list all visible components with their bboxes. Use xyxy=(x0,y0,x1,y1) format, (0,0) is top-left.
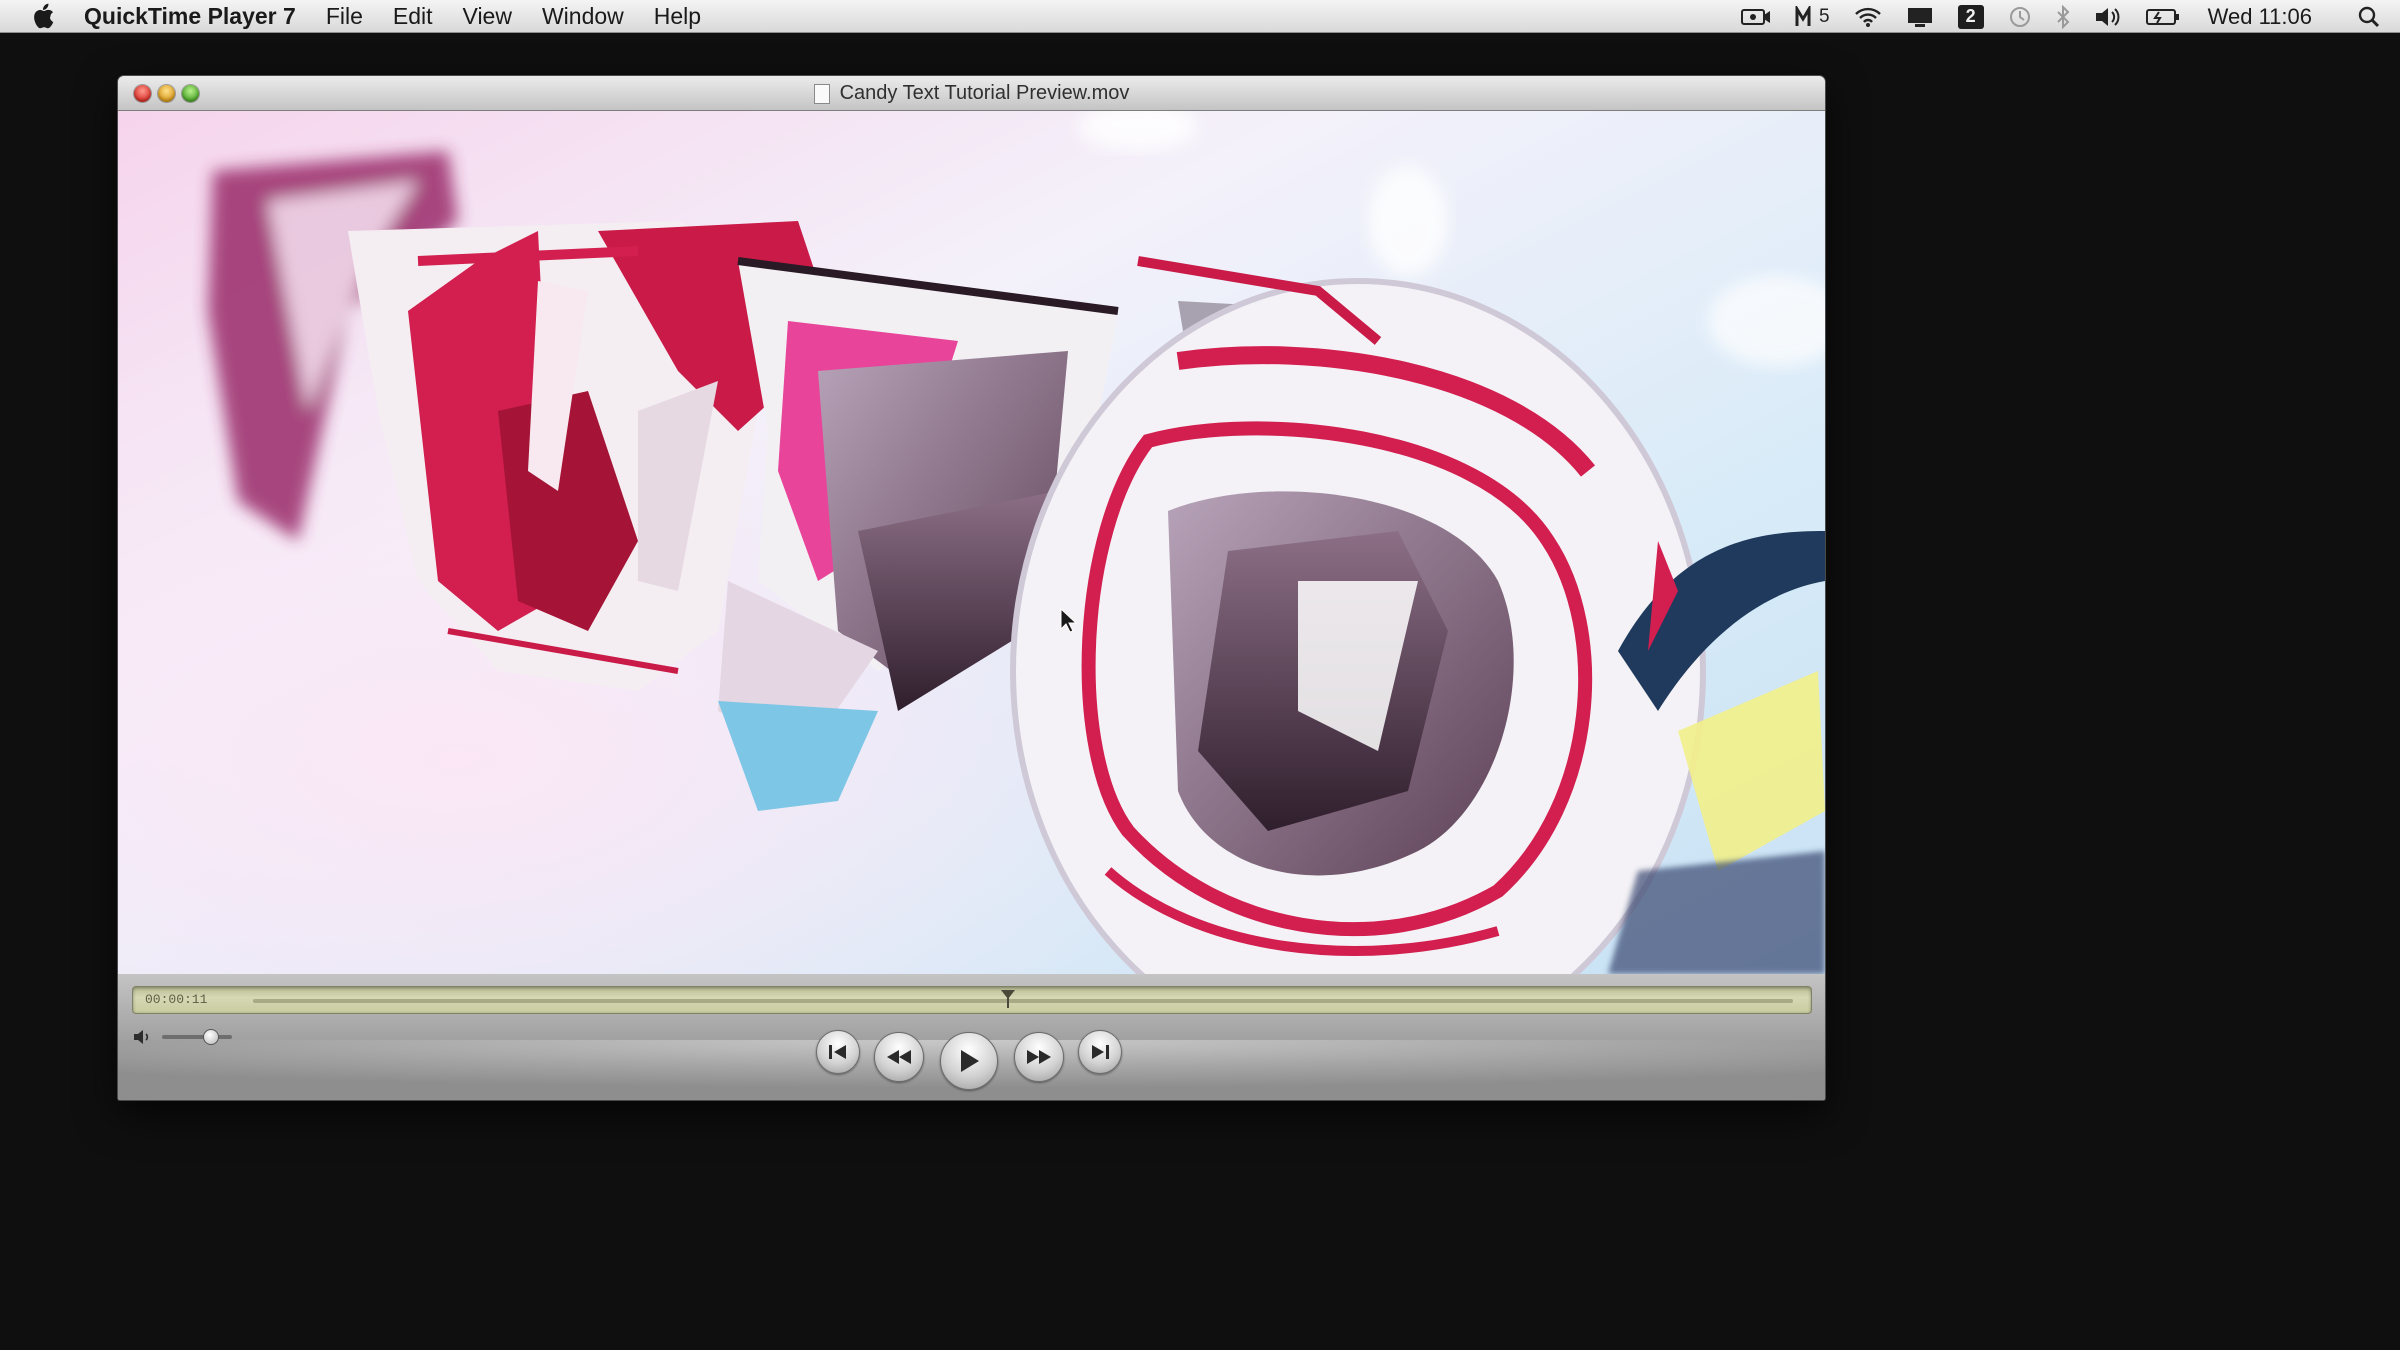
timeline-track[interactable] xyxy=(253,990,1793,1008)
current-timecode: 00:00:11 xyxy=(145,992,208,1007)
go-to-start-button[interactable] xyxy=(816,1030,860,1074)
apple-menu-icon[interactable] xyxy=(30,3,56,29)
wifi-icon[interactable] xyxy=(1854,0,1882,33)
spotlight-search-icon[interactable] xyxy=(2358,0,2380,33)
memory-monitor-icon[interactable]: 5 xyxy=(1795,0,1830,33)
status-count: 5 xyxy=(1819,5,1830,27)
battery-icon[interactable] xyxy=(2145,0,2180,33)
candy-text-video-image xyxy=(118,111,1825,974)
fast-forward-icon xyxy=(1027,1050,1051,1064)
menu-bar: QuickTime Player 7 File Edit View Window… xyxy=(0,0,2400,33)
skip-to-start-icon xyxy=(829,1045,846,1059)
play-button[interactable] xyxy=(940,1032,998,1090)
playhead-handle-icon[interactable] xyxy=(1000,989,1016,1009)
display-icon[interactable] xyxy=(1906,0,1934,33)
document-proxy-icon[interactable] xyxy=(813,83,830,104)
window-titlebar[interactable]: Candy Text Tutorial Preview.mov xyxy=(118,76,1825,111)
timeline-scrubber[interactable]: 00:00:11 xyxy=(132,986,1812,1014)
transport-buttons xyxy=(118,1026,1825,1090)
menu-clock[interactable]: Wed 11:06 xyxy=(2208,4,2312,30)
fast-forward-button[interactable] xyxy=(1014,1032,1064,1082)
go-to-end-button[interactable] xyxy=(1078,1030,1122,1074)
menu-edit[interactable]: Edit xyxy=(393,3,433,30)
rewind-icon xyxy=(887,1050,911,1064)
menu-view[interactable]: View xyxy=(463,3,512,30)
window-title: Candy Text Tutorial Preview.mov xyxy=(839,82,1130,104)
video-frame[interactable] xyxy=(118,111,1825,974)
volume-icon[interactable] xyxy=(2094,0,2122,33)
skip-to-end-icon xyxy=(1092,1045,1109,1059)
player-controller: 00:00:11 xyxy=(118,974,1825,1100)
menu-help[interactable]: Help xyxy=(654,3,701,30)
rewind-button[interactable] xyxy=(874,1032,924,1082)
app-name-menu[interactable]: QuickTime Player 7 xyxy=(84,3,296,30)
bluetooth-icon[interactable] xyxy=(2056,0,2070,33)
play-icon xyxy=(961,1050,979,1072)
menu-window[interactable]: Window xyxy=(542,3,624,30)
spaces-badge-icon[interactable]: 2 xyxy=(1957,0,1984,33)
status-area: 5 2 Wed 11:06 xyxy=(1717,0,2400,33)
window-title-area: Candy Text Tutorial Preview.mov xyxy=(118,76,1825,111)
quicktime-player-window: Candy Text Tutorial Preview.mov 00:00:11 xyxy=(118,76,1825,1100)
screen-record-icon[interactable] xyxy=(1741,0,1771,33)
menu-file[interactable]: File xyxy=(326,3,363,30)
time-machine-icon[interactable] xyxy=(2008,0,2032,33)
